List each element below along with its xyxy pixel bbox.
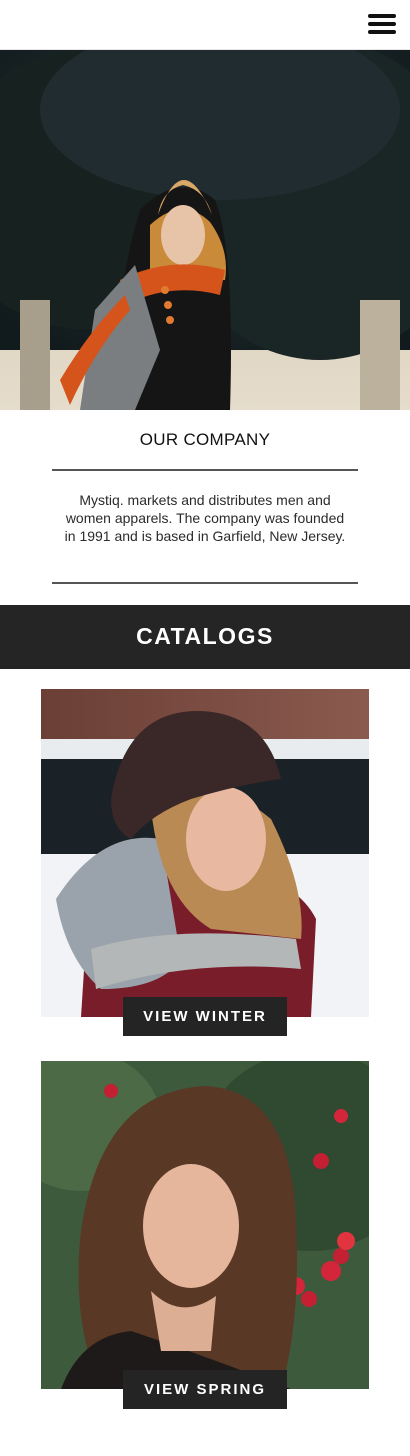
menu-line bbox=[368, 22, 396, 26]
hero-image bbox=[0, 50, 410, 410]
catalogs-header: CATALOGS bbox=[0, 605, 410, 669]
divider bbox=[52, 582, 358, 584]
menu-line bbox=[368, 30, 396, 34]
hamburger-menu-icon[interactable] bbox=[368, 12, 398, 38]
view-winter-button[interactable]: VIEW WINTER bbox=[123, 997, 287, 1036]
top-header bbox=[0, 0, 410, 50]
company-title: OUR COMPANY bbox=[139, 430, 271, 449]
divider bbox=[52, 469, 358, 471]
spring-catalog-image[interactable] bbox=[41, 1061, 369, 1389]
company-section: OUR COMPANY Mystiq. markets and distribu… bbox=[0, 410, 410, 605]
menu-line bbox=[368, 14, 396, 18]
view-spring-button[interactable]: VIEW SPRING bbox=[123, 1370, 287, 1409]
catalogs-title: CATALOGS bbox=[136, 623, 274, 649]
winter-catalog-image[interactable] bbox=[41, 689, 369, 1017]
company-description: Mystiq. markets and distributes men and … bbox=[64, 492, 346, 544]
